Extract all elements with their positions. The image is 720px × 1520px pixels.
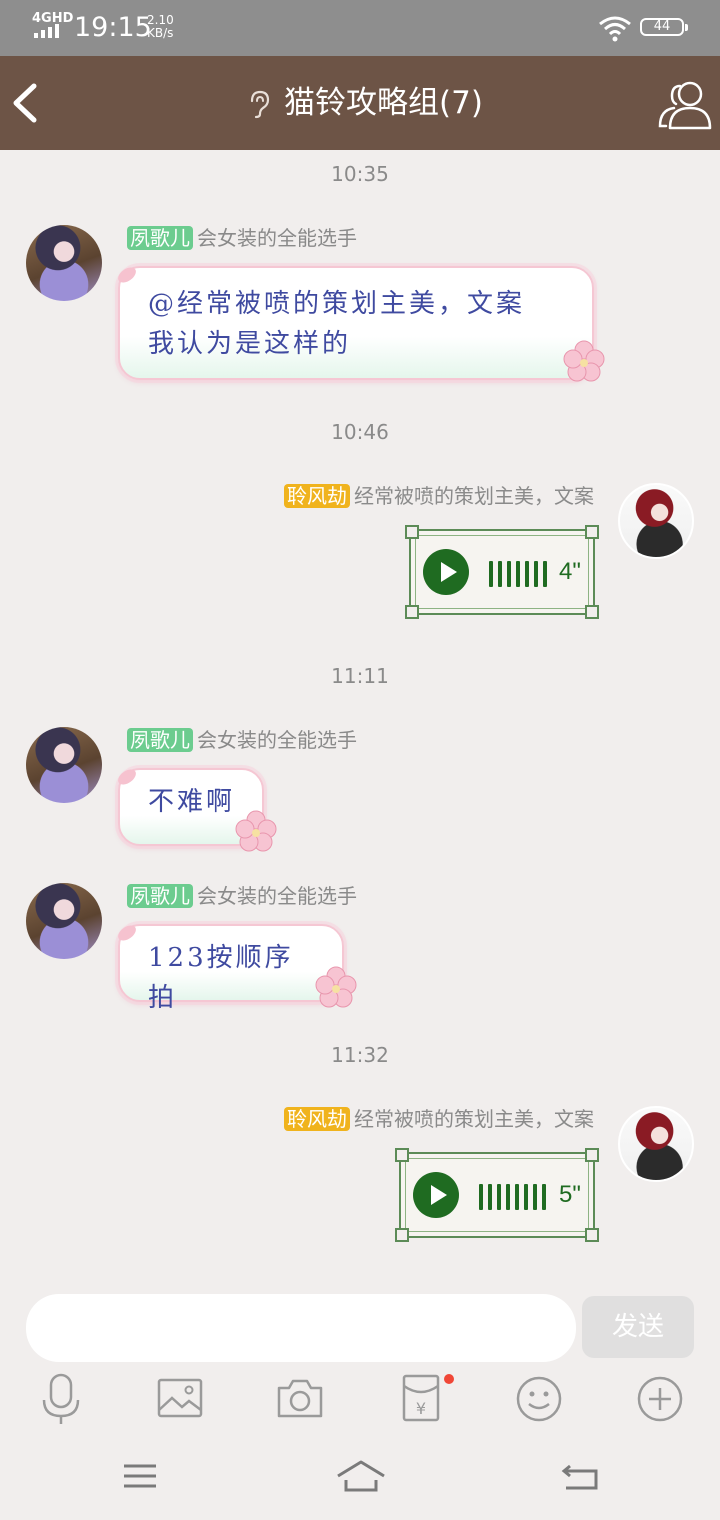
- sender-title: 会女装的全能选手: [197, 226, 357, 250]
- menu-icon[interactable]: [118, 1458, 162, 1494]
- sender-title: 经常被喷的策划主美，文案: [354, 484, 594, 508]
- sender-title: 会女装的全能选手: [197, 728, 357, 752]
- sender-title: 经常被喷的策划主美，文案: [354, 1107, 594, 1131]
- sender-row: 夙歌儿 会女装的全能选手: [127, 224, 357, 252]
- timestamp: 10:35: [331, 162, 389, 186]
- sender-row: 夙歌儿 会女装的全能选手: [127, 882, 357, 910]
- petal-icon: [118, 769, 136, 785]
- status-time: 19:15: [74, 12, 152, 43]
- play-button[interactable]: [423, 549, 469, 595]
- cherry-blossom-icon: [235, 810, 277, 852]
- emoji-icon[interactable]: [514, 1372, 564, 1426]
- group-members-icon[interactable]: [656, 76, 714, 132]
- cherry-blossom-icon: [563, 340, 605, 382]
- message-line: 我认为是这样的: [148, 329, 352, 359]
- petal-icon: [118, 925, 136, 941]
- sender-name-badge: 聆风劫: [284, 1107, 350, 1131]
- avatar[interactable]: [26, 225, 102, 301]
- message-bubble[interactable]: @经常被喷的策划主美，文案 我认为是这样的: [118, 266, 594, 380]
- message-line: @经常被喷的策划主美，文案: [148, 289, 526, 319]
- avatar[interactable]: [618, 483, 694, 559]
- voice-message[interactable]: 4": [405, 525, 599, 619]
- sender-title: 会女装的全能选手: [197, 884, 357, 908]
- waveform-icon: [479, 1184, 551, 1210]
- network-speed: 2.10 KB/s: [147, 14, 174, 40]
- avatar[interactable]: [26, 883, 102, 959]
- wifi-icon: [599, 16, 631, 42]
- sender-name-badge: 夙歌儿: [127, 226, 193, 250]
- message-line: 123按顺序拍: [148, 943, 294, 1013]
- sender-name-badge: 夙歌儿: [127, 728, 193, 752]
- ear-icon[interactable]: [246, 89, 272, 119]
- sender-row: 夙歌儿 会女装的全能选手: [127, 726, 357, 754]
- timestamp: 11:32: [331, 1043, 389, 1067]
- red-packet-icon[interactable]: ¥: [396, 1372, 446, 1426]
- message-bubble[interactable]: 123按顺序拍: [118, 924, 344, 1013]
- send-button[interactable]: 发送: [582, 1296, 694, 1358]
- voice-duration: 5": [559, 1181, 581, 1208]
- sender-name-badge: 聆风劫: [284, 484, 350, 508]
- svg-text:¥: ¥: [416, 1399, 426, 1418]
- home-icon[interactable]: [336, 1458, 386, 1494]
- voice-message[interactable]: 5": [395, 1148, 599, 1242]
- back-button[interactable]: [6, 78, 52, 128]
- timestamp: 10:46: [331, 420, 389, 444]
- petal-icon: [118, 267, 136, 283]
- battery-icon: 44: [640, 18, 688, 36]
- voice-duration: 4": [559, 558, 581, 585]
- message-line: 不难啊: [148, 787, 236, 817]
- page-title: 猫铃攻略组(7): [284, 85, 483, 121]
- sender-row: 聆风劫 经常被喷的策划主美，文案: [230, 482, 594, 510]
- play-button[interactable]: [413, 1172, 459, 1218]
- timestamp: 11:11: [331, 664, 389, 688]
- chat-header: 猫铃攻略组(7): [0, 56, 720, 150]
- avatar[interactable]: [618, 1106, 694, 1182]
- microphone-icon[interactable]: [36, 1372, 86, 1426]
- signal-icon: [34, 24, 64, 38]
- image-icon[interactable]: [155, 1372, 205, 1426]
- plus-icon[interactable]: [635, 1372, 685, 1426]
- sender-row: 聆风劫 经常被喷的策划主美，文案: [230, 1105, 594, 1133]
- network-speed-unit: KB/s: [147, 26, 174, 40]
- camera-icon[interactable]: [275, 1372, 325, 1426]
- avatar[interactable]: [26, 727, 102, 803]
- cherry-blossom-icon: [315, 966, 357, 1008]
- notification-dot: [444, 1374, 454, 1384]
- sender-name-badge: 夙歌儿: [127, 884, 193, 908]
- message-input[interactable]: [26, 1294, 576, 1362]
- back-icon[interactable]: [558, 1458, 602, 1494]
- waveform-icon: [489, 561, 552, 587]
- status-bar: 4GHD 19:15 2.10 KB/s 44: [0, 0, 720, 56]
